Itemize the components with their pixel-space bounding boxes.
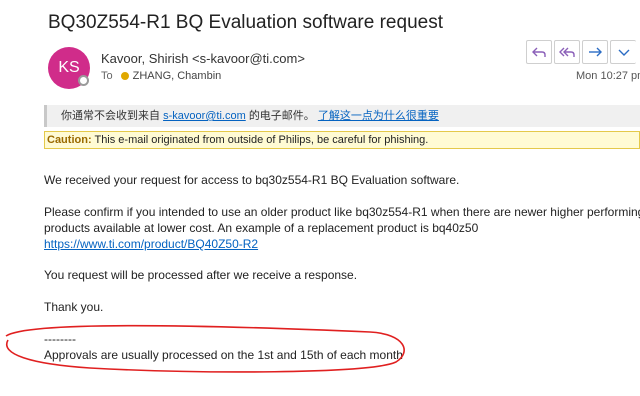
sender-notice-banner: 你通常不会收到来自 s-kavoor@ti.com 的电子邮件。 了解这一点为什… (44, 105, 640, 127)
body-line-process: You request will be processed after we r… (44, 268, 358, 282)
more-actions-icon (618, 49, 629, 56)
email-timestamp: Mon 10:27 pm (576, 70, 640, 82)
body-line-replacement: products available at lower cost. An exa… (44, 221, 479, 235)
presence-status-icon (78, 75, 89, 86)
recipient-row: To ZHANG, Chambin (101, 70, 221, 82)
reply-icon (532, 47, 546, 57)
sender-name[interactable]: Kavoor, Shirish <s-kavoor@ti.com> (101, 51, 305, 66)
body-line-confirm: Please confirm if you intended to use an… (44, 205, 640, 219)
reply-all-button[interactable] (554, 40, 580, 64)
signature-separator: -------- (44, 332, 76, 346)
notice-learn-why-link[interactable]: 了解这一点为什么很重要 (318, 110, 439, 122)
avatar-initials: KS (58, 59, 80, 76)
forward-button[interactable] (582, 40, 608, 64)
more-actions-button[interactable] (610, 40, 636, 64)
notice-prefix: 你通常不会收到来自 (61, 110, 160, 122)
forward-icon (589, 47, 602, 57)
email-subject: BQ30Z554-R1 BQ Evaluation software reque… (48, 12, 443, 33)
to-label: To (101, 70, 113, 82)
notice-sender-email-link[interactable]: s-kavoor@ti.com (163, 110, 246, 122)
caution-text: This e-mail originated from outside of P… (94, 134, 429, 146)
reply-all-icon (559, 47, 575, 57)
reply-button[interactable] (526, 40, 552, 64)
notice-middle: 的电子邮件。 (248, 110, 315, 122)
product-link[interactable]: https://www.ti.com/product/BQ40Z50-R2 (44, 237, 258, 251)
body-line-approvals: Approvals are usually processed on the 1… (44, 348, 403, 362)
caution-banner: Caution: This e-mail originated from out… (44, 131, 640, 149)
caution-label: Caution: (47, 134, 92, 146)
recipient-presence-icon (120, 72, 129, 80)
body-line-thanks: Thank you. (44, 300, 104, 314)
body-line-request: We received your request for access to b… (44, 173, 460, 187)
recipient-name[interactable]: ZHANG, Chambin (133, 70, 222, 82)
